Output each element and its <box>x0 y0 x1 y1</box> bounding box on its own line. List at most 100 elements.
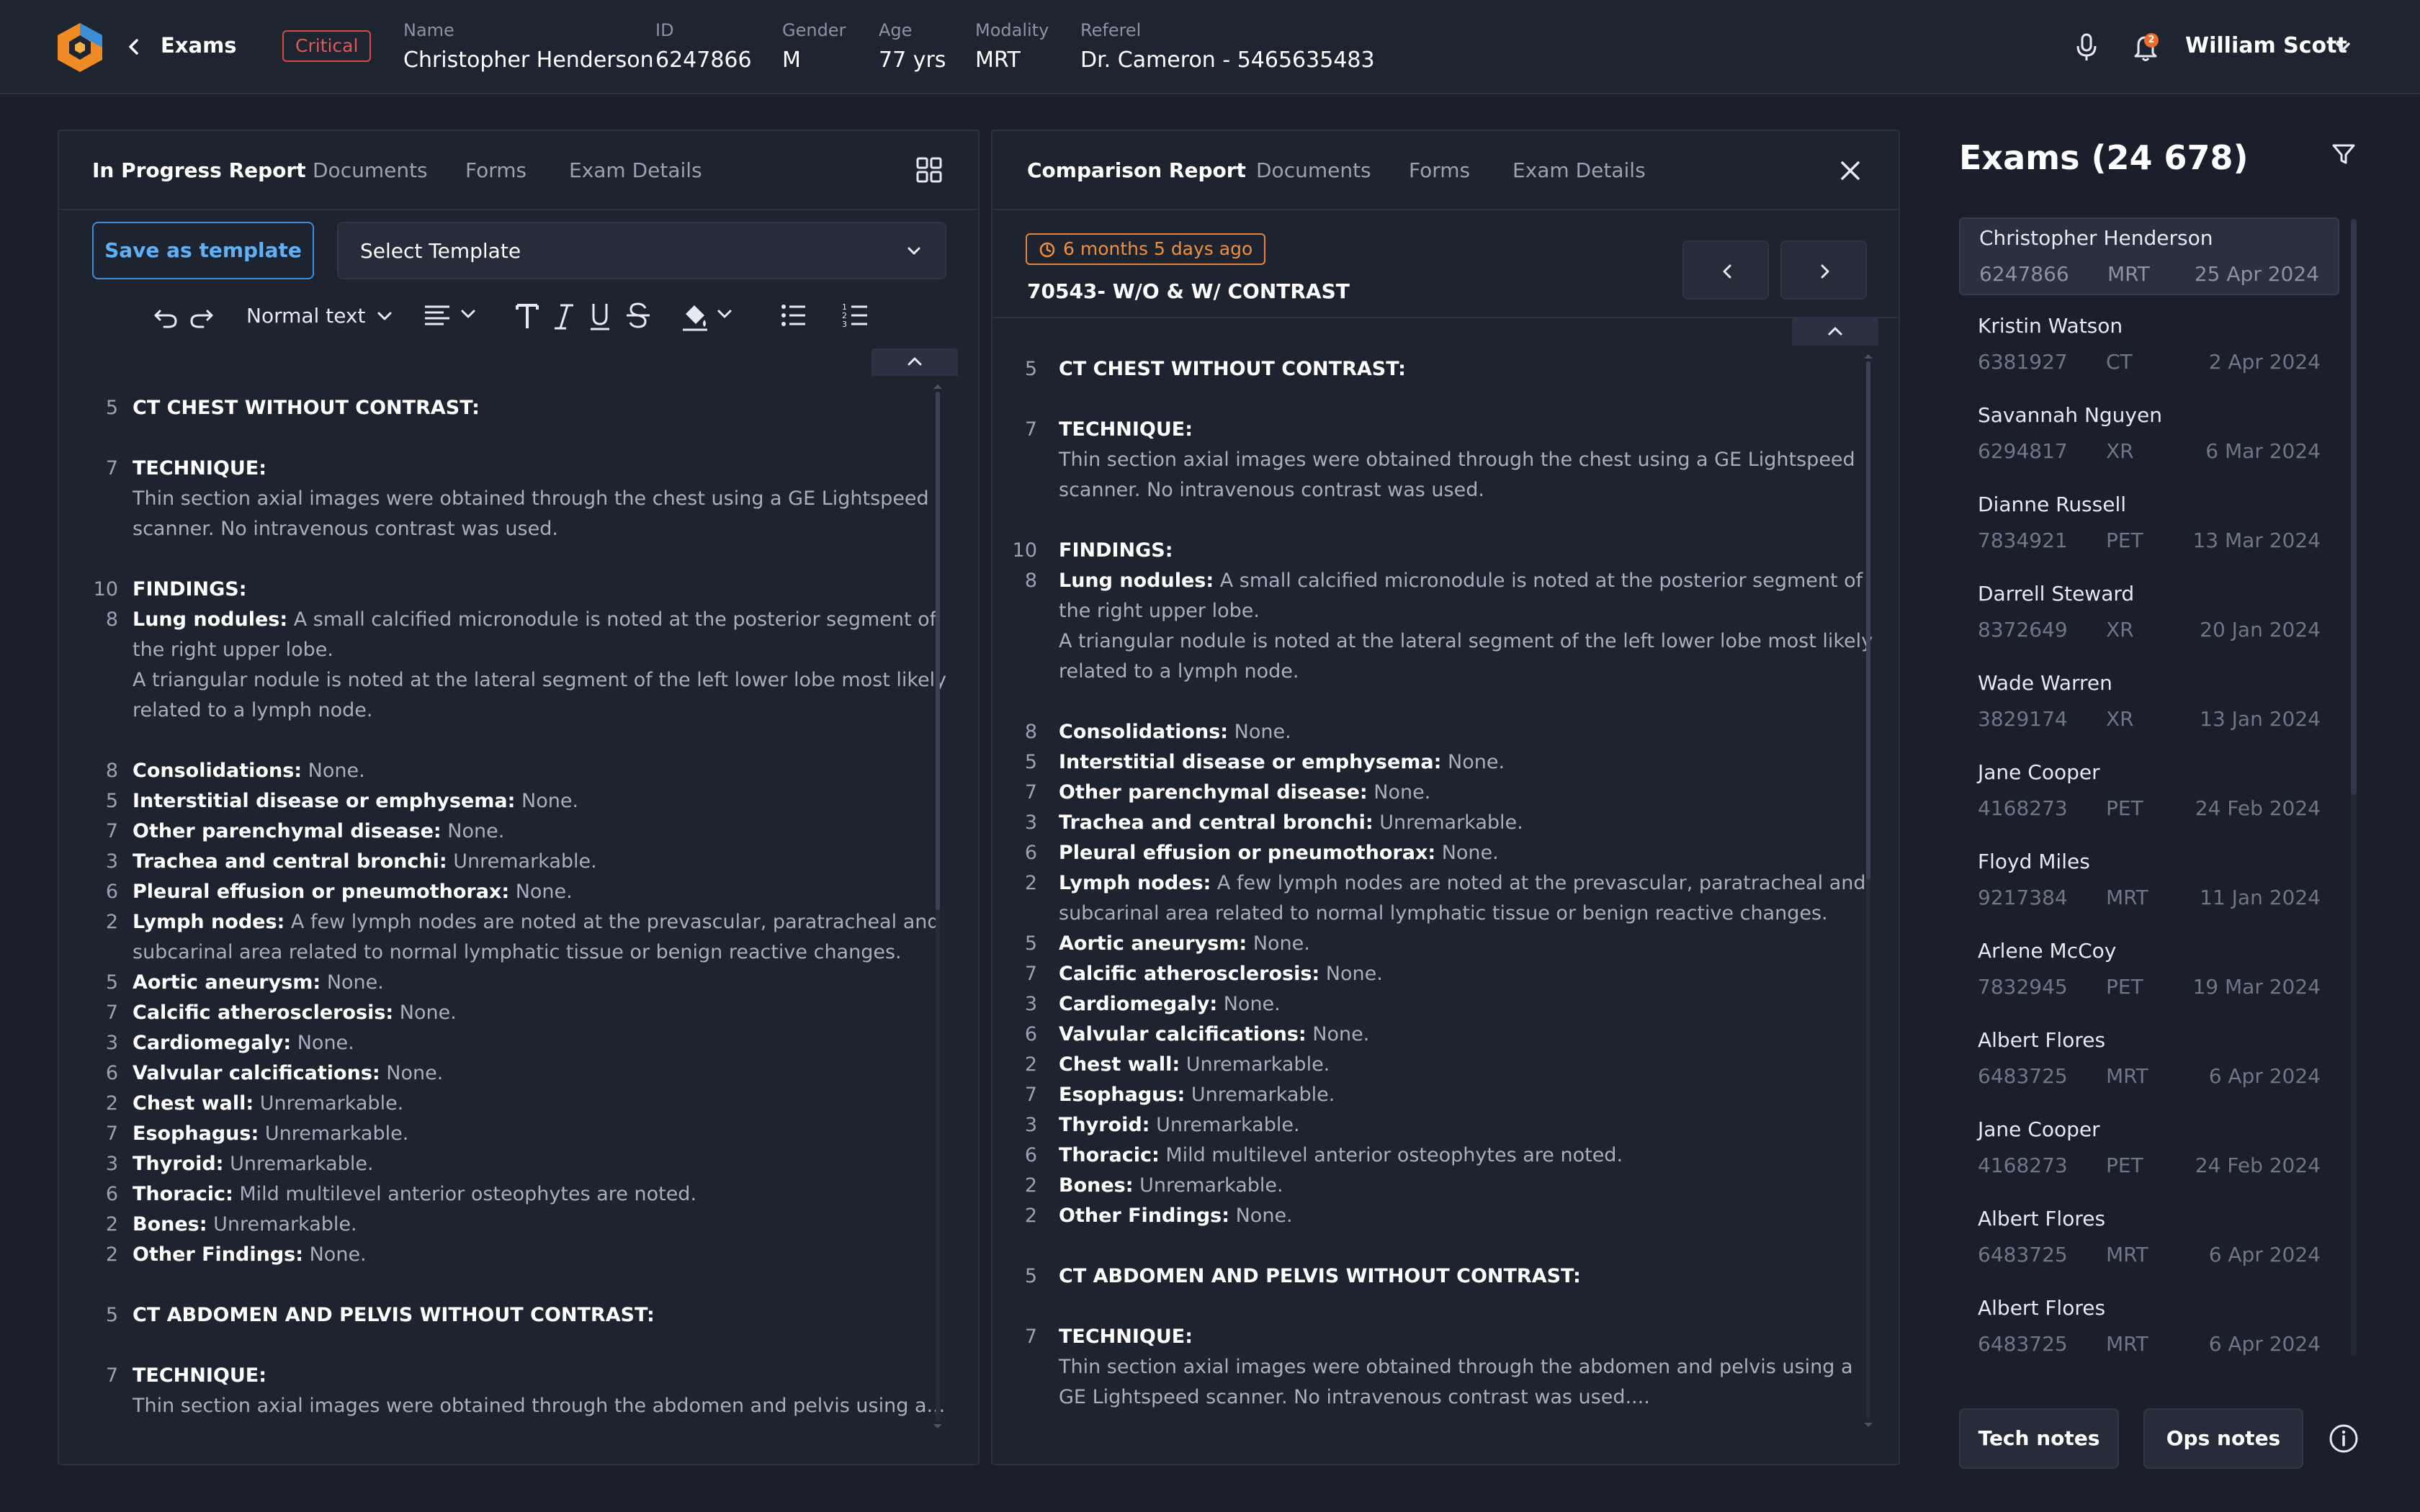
scroll-up-arrow[interactable] <box>1864 354 1873 359</box>
patient-id: 6247866 <box>655 48 752 73</box>
line-value: Thin section axial images were obtained … <box>133 1395 946 1417</box>
exam-modality: MRT <box>2106 1332 2148 1356</box>
underline-icon[interactable] <box>588 298 612 333</box>
filter-icon[interactable] <box>2331 141 2357 167</box>
app-logo[interactable] <box>55 22 105 73</box>
tab-exam-details[interactable]: Exam Details <box>1512 158 1646 182</box>
tab-documents[interactable]: Documents <box>1256 158 1371 182</box>
next-report-button[interactable] <box>1780 240 1867 300</box>
top-header: Exams Critical Name Christopher Henderso… <box>0 0 2420 94</box>
line-label: Chest wall: <box>1059 1053 1180 1076</box>
line-label: CT CHEST WITHOUT CONTRAST: <box>1059 358 1406 380</box>
tab-forms[interactable]: Forms <box>1409 158 1470 182</box>
exams-list-title: Exams (24 678) <box>1959 138 2249 177</box>
line-text: TECHNIQUE: <box>1059 415 1193 445</box>
line-value: None. <box>1229 1205 1293 1227</box>
tab-comparison-report[interactable]: Comparison Report <box>1027 158 1246 182</box>
exam-list-item[interactable]: Floyd Miles 9217384 MRT 11 Jan 2024 <box>1959 842 2339 920</box>
exam-patient-name: Albert Flores <box>1978 1028 2106 1052</box>
line-text: Valvular calcifications: None. <box>133 1058 443 1089</box>
exams-scrollbar-thumb[interactable] <box>2351 219 2357 795</box>
text-style-select[interactable]: Normal text <box>246 304 393 328</box>
exam-list-item[interactable]: Albert Flores 6483725 MRT 6 Apr 2024 <box>1959 1289 2339 1367</box>
bullet-list-icon[interactable] <box>779 298 808 333</box>
select-template-dropdown[interactable]: Select Template <box>337 222 946 279</box>
collapse-header-button[interactable] <box>1792 318 1878 346</box>
tab-forms[interactable]: Forms <box>465 158 526 182</box>
line-text: Lymph nodes: A few lymph nodes are noted… <box>133 907 939 937</box>
close-icon[interactable] <box>1837 157 1864 184</box>
line-label: TECHNIQUE: <box>133 1364 267 1387</box>
user-name[interactable]: William Scott <box>2185 33 2347 58</box>
line-value: Thin section axial images were obtained … <box>1059 1356 1853 1378</box>
line-value: None. <box>303 1243 367 1266</box>
scroll-down-arrow[interactable] <box>1864 1423 1873 1427</box>
line-text: the right upper lobe. <box>133 635 333 665</box>
line-number: 3 <box>1024 1114 1037 1136</box>
line-text: Lung nodules: A small calcified micronod… <box>133 605 936 635</box>
exam-list-item[interactable]: Arlene McCoy 7832945 PET 19 Mar 2024 <box>1959 932 2339 1009</box>
exam-list-item[interactable]: Jane Cooper 4168273 PET 24 Feb 2024 <box>1959 1110 2339 1188</box>
line-text: Thin section axial images were obtained … <box>1059 1352 1853 1382</box>
line-label: CT ABDOMEN AND PELVIS WITHOUT CONTRAST: <box>133 1304 655 1326</box>
strikethrough-icon[interactable] <box>624 298 653 333</box>
line-value: Unremarkable. <box>223 1153 374 1175</box>
line-number: 3 <box>105 1153 118 1175</box>
line-text: Thoracic: Mild multilevel anterior osteo… <box>133 1179 696 1210</box>
report-editor[interactable]: 5 CT CHEST WITHOUT CONTRAST: 7 TECHNIQUE: Th… <box>59 377 978 1464</box>
line-text: Esophagus: Unremarkable. <box>1059 1080 1335 1110</box>
comparison-scrollbar-thumb[interactable] <box>1866 361 1870 880</box>
exam-list-item[interactable]: Savannah Nguyen 6294817 XR 6 Mar 2024 <box>1959 396 2339 474</box>
exam-list-item[interactable]: Christopher Henderson 6247866 MRT 25 Apr 20… <box>1959 217 2339 295</box>
chevron-down-icon[interactable] <box>2332 36 2354 58</box>
line-label: Valvular calcifications: <box>1059 1023 1307 1045</box>
undo-icon[interactable] <box>153 298 179 333</box>
grid-layout-icon[interactable] <box>915 156 944 184</box>
exam-list-item[interactable]: Kristin Watson 6381927 CT 2 Apr 2024 <box>1959 307 2339 384</box>
fill-color-icon[interactable] <box>678 298 736 333</box>
patient-name-field: Name Christopher Henderson <box>403 20 654 73</box>
italic-icon[interactable] <box>552 298 576 333</box>
line-label: Esophagus: <box>1059 1084 1186 1106</box>
exam-date: 24 Feb 2024 <box>2195 796 2321 820</box>
save-as-template-button[interactable]: Save as template <box>92 222 314 279</box>
exam-list-item[interactable]: Albert Flores 6483725 MRT 6 Apr 2024 <box>1959 1200 2339 1277</box>
exam-list-item[interactable]: Jane Cooper 4168273 PET 24 Feb 2024 <box>1959 753 2339 831</box>
exam-id: 6381927 <box>1978 350 2068 374</box>
exam-list-item[interactable]: Albert Flores 6483725 MRT 6 Apr 2024 <box>1959 1021 2339 1099</box>
tab-in-progress-report[interactable]: In Progress Report <box>92 158 306 182</box>
align-left-icon[interactable] <box>422 298 480 333</box>
scroll-down-arrow[interactable] <box>933 1424 942 1428</box>
chevron-left-icon[interactable] <box>122 33 144 60</box>
exam-modality: PET <box>2106 1153 2143 1177</box>
line-value: None. <box>1319 963 1383 985</box>
previous-report-button[interactable] <box>1682 240 1769 300</box>
tab-exam-details[interactable]: Exam Details <box>569 158 702 182</box>
editor-scrollbar-thumb[interactable] <box>936 392 940 910</box>
line-text: Chest wall: Unremarkable. <box>133 1089 403 1119</box>
info-icon[interactable] <box>2328 1423 2360 1454</box>
microphone-icon[interactable] <box>2074 32 2099 63</box>
line-value: Unremarkable. <box>447 850 597 873</box>
comparison-report-panel: Comparison Report Documents Forms Exam D… <box>991 130 1900 1465</box>
line-label: Lung nodules: <box>133 608 288 631</box>
numbered-list-icon[interactable]: 123 <box>841 298 870 333</box>
scroll-up-arrow[interactable] <box>933 384 942 389</box>
redo-icon[interactable] <box>189 298 215 333</box>
text-size-icon[interactable] <box>514 298 540 333</box>
line-label: Bones: <box>133 1213 207 1236</box>
tab-documents[interactable]: Documents <box>313 158 428 182</box>
exam-list-item[interactable]: Darrell Steward 8372649 XR 20 Jan 2024 <box>1959 575 2339 652</box>
line-value: GE Lightspeed scanner. No intravenous co… <box>1059 1386 1650 1408</box>
line-value: the right upper lobe. <box>133 639 333 661</box>
exam-list-item[interactable]: Wade Warren 3829174 XR 13 Jan 2024 <box>1959 664 2339 742</box>
line-label: Lung nodules: <box>1059 570 1214 592</box>
line-text: GE Lightspeed scanner. No intravenous co… <box>1059 1382 1650 1413</box>
tech-notes-button[interactable]: Tech notes <box>1959 1408 2119 1469</box>
exam-list-item[interactable]: Dianne Russell 7834921 PET 13 Mar 2024 <box>1959 485 2339 563</box>
line-label: Other parenchymal disease: <box>133 820 442 842</box>
line-text: Valvular calcifications: None. <box>1059 1020 1369 1050</box>
ops-notes-button[interactable]: Ops notes <box>2143 1408 2303 1469</box>
line-value: A triangular nodule is noted at the late… <box>133 669 947 691</box>
collapse-toolbar-button[interactable] <box>871 348 958 376</box>
